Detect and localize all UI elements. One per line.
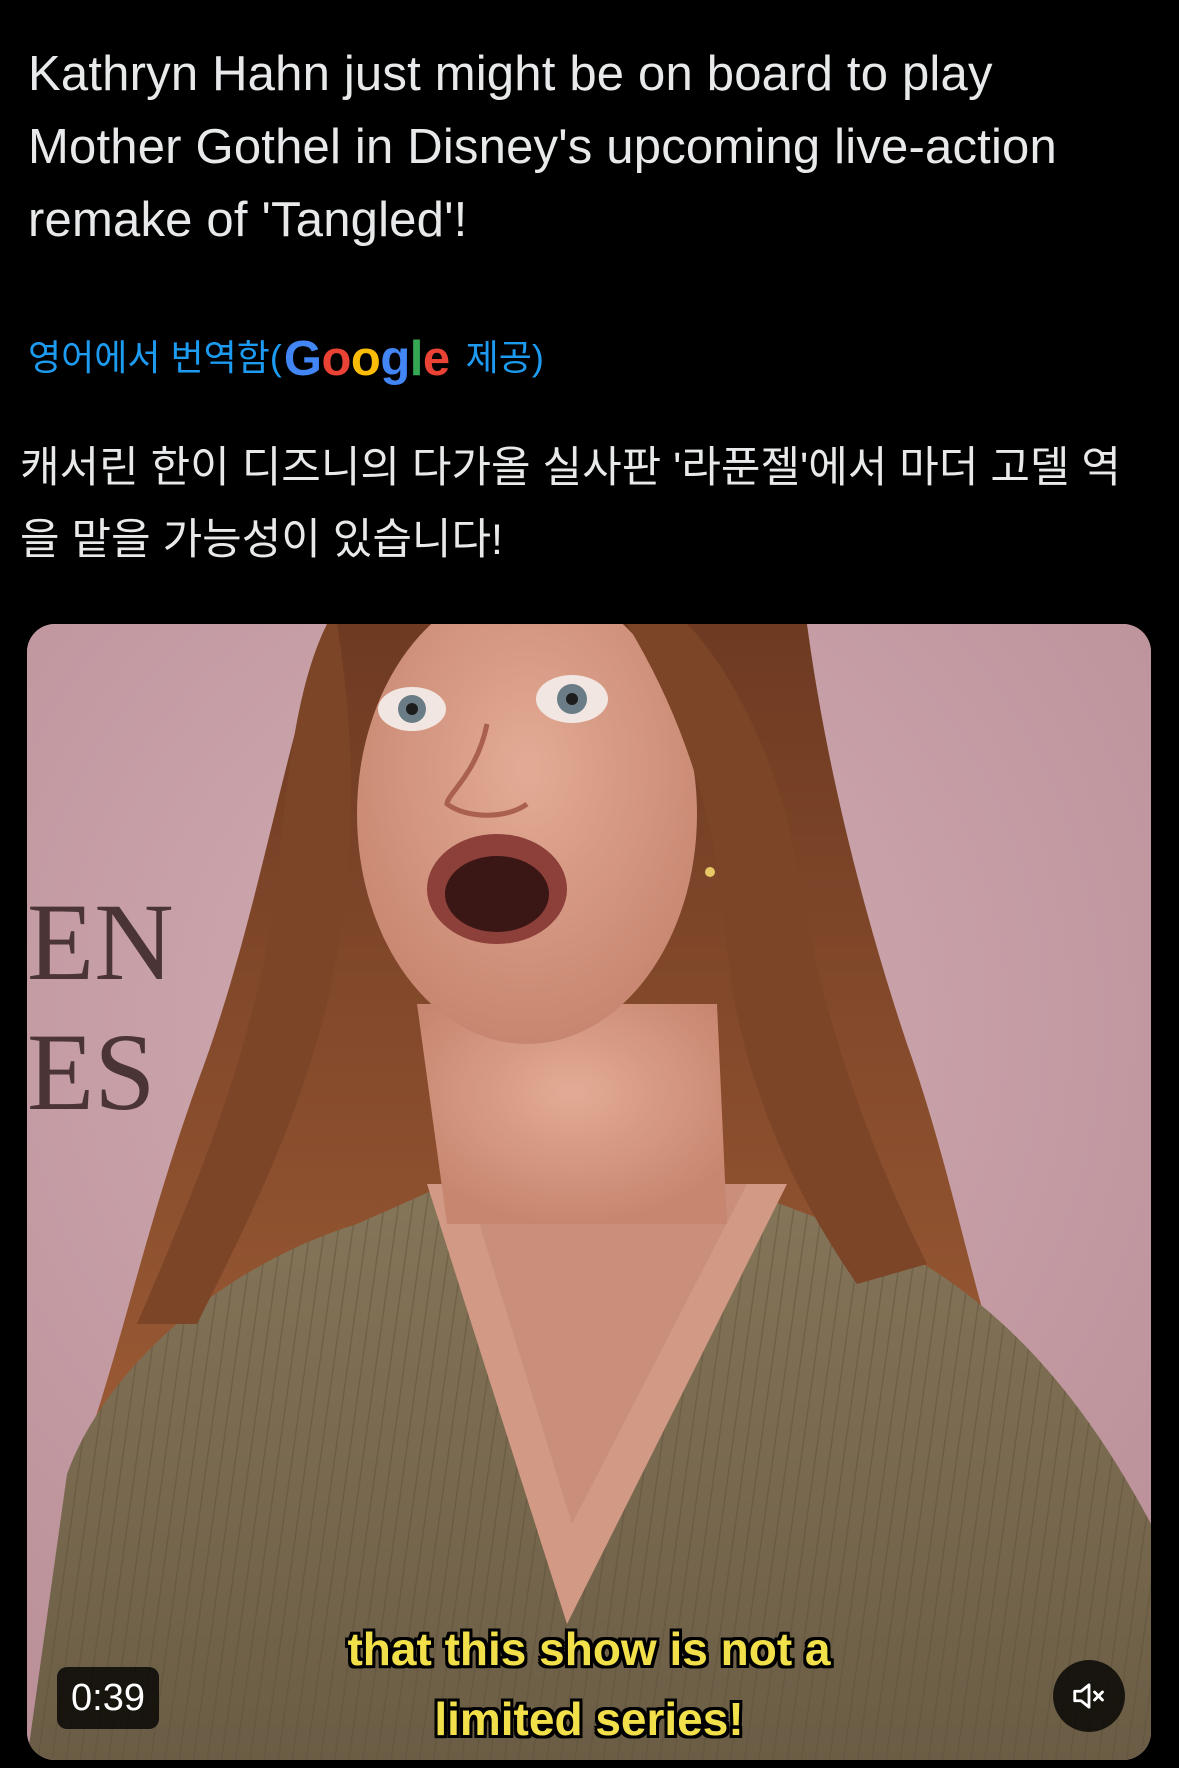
speaker-muted-icon [1073, 1683, 1104, 1709]
video-caption: that this show is not a limited series! [27, 1614, 1151, 1754]
backdrop-letters-top: EN [27, 881, 174, 1003]
caption-line-2: limited series! [434, 1693, 744, 1745]
video-player[interactable]: EN ES that this show is not a limited se… [27, 624, 1151, 1760]
translation-attribution[interactable]: 영어에서 번역함( Google 제공) [28, 330, 544, 386]
video-frame: EN ES [27, 624, 1151, 1760]
translated-tweet-text: 캐서린 한이 디즈니의 다가올 실사판 '라푼젤'에서 마더 고델 역을 맡을 … [20, 444, 1121, 564]
google-logo: Google [283, 332, 450, 386]
caption-line-1: that this show is not a [347, 1623, 831, 1675]
video-timestamp: 0:39 [57, 1667, 159, 1729]
mute-button[interactable] [1053, 1660, 1125, 1732]
tweet-text: Kathryn Hahn just might be on board to p… [28, 47, 1057, 247]
backdrop-letters-bottom: ES [27, 1011, 155, 1133]
translated-from-label: 영어에서 번역함( [28, 337, 282, 378]
provided-by-label: 제공) [465, 337, 544, 378]
